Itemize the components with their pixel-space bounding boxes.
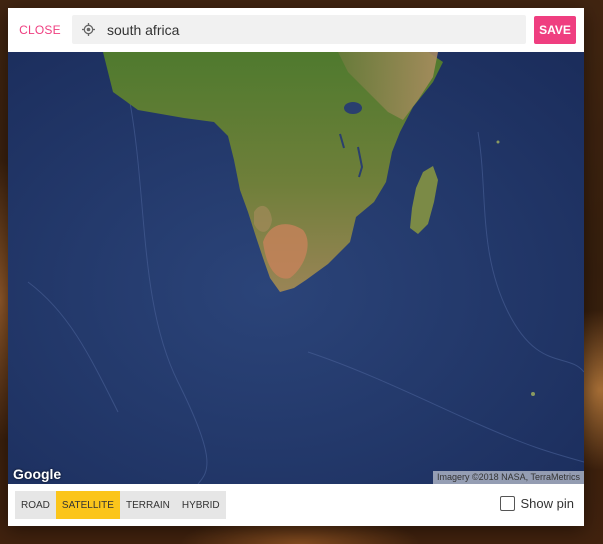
- lake-victoria: [344, 102, 362, 114]
- search-box[interactable]: [72, 15, 526, 44]
- close-button[interactable]: CLOSE: [14, 16, 66, 44]
- map-picker-dialog: CLOSE SAVE: [8, 8, 584, 526]
- map-type-terrain[interactable]: TERRAIN: [120, 491, 176, 519]
- save-button[interactable]: SAVE: [534, 16, 576, 44]
- search-input[interactable]: [107, 18, 517, 41]
- google-logo: Google: [13, 466, 62, 482]
- show-pin-checkbox[interactable]: [499, 496, 515, 511]
- satellite-map[interactable]: Google Imagery ©2018 NASA, TerraMetrics: [8, 52, 584, 484]
- location-crosshair-icon[interactable]: [82, 23, 95, 36]
- dialog-header: CLOSE SAVE: [8, 8, 584, 52]
- show-pin-toggle[interactable]: Show pin: [499, 496, 574, 511]
- map-imagery: [8, 52, 584, 484]
- dialog-footer: ROAD SATELLITE TERRAIN HYBRID Show pin: [8, 484, 584, 526]
- show-pin-label: Show pin: [520, 496, 574, 511]
- map-type-selector: ROAD SATELLITE TERRAIN HYBRID: [15, 491, 226, 519]
- map-type-hybrid[interactable]: HYBRID: [176, 491, 226, 519]
- map-attribution: Imagery ©2018 NASA, TerraMetrics: [432, 471, 584, 484]
- map-type-satellite[interactable]: SATELLITE: [55, 491, 120, 519]
- map-type-road[interactable]: ROAD: [15, 491, 56, 519]
